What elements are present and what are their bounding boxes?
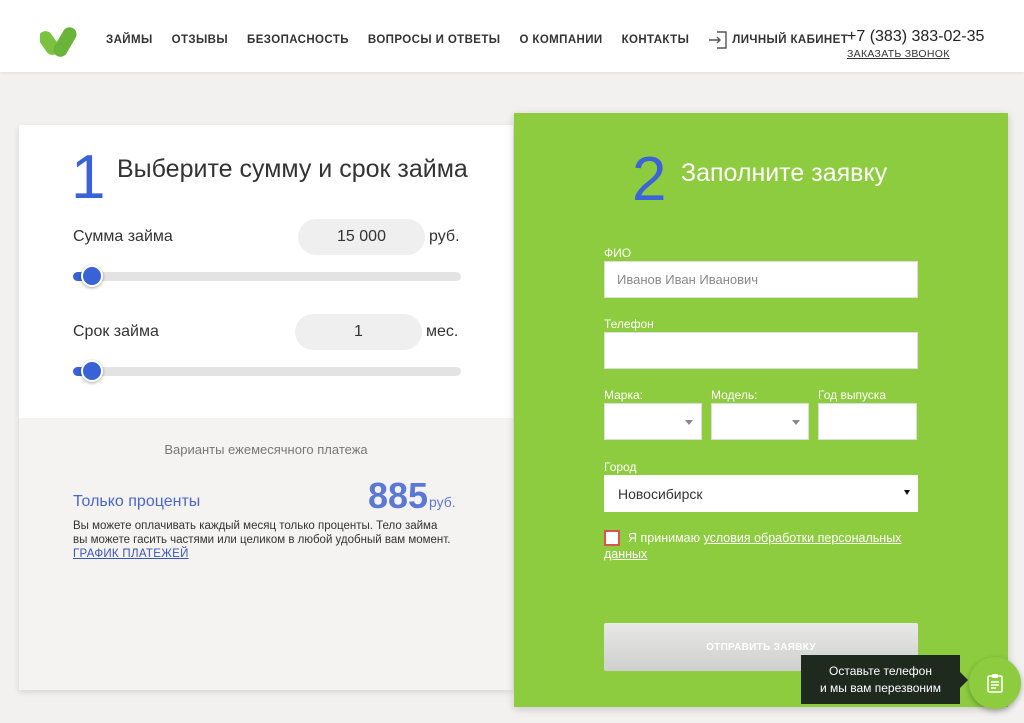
term-slider-track[interactable] xyxy=(73,360,461,382)
payment-variants: Варианты ежемесячного платежа Только про… xyxy=(19,418,513,690)
payment-unit: руб. xyxy=(429,494,456,510)
nav-item-security[interactable]: БЕЗОПАСНОСТЬ xyxy=(247,34,349,46)
header-phone[interactable]: +7 (383) 383-02-35 xyxy=(847,28,984,46)
payment-description: Вы можете оплачивать каждый месяц только… xyxy=(73,519,453,561)
site-header: ЗАЙМЫ ОТЗЫВЫ БЕЗОПАСНОСТЬ ВОПРОСЫ И ОТВЕ… xyxy=(0,0,1024,72)
dropdown-arrow-icon xyxy=(904,490,910,495)
main-nav: ЗАЙМЫ ОТЗЫВЫ БЕЗОПАСНОСТЬ ВОПРОСЫ И ОТВЕ… xyxy=(106,30,848,50)
nav-item-faq[interactable]: ВОПРОСЫ И ОТВЕТЫ xyxy=(368,34,501,46)
nav-item-loans[interactable]: ЗАЙМЫ xyxy=(106,34,153,46)
consent-prefix: Я принимаю xyxy=(628,531,701,545)
logo-v-icon[interactable] xyxy=(38,22,80,62)
fio-label: ФИО xyxy=(604,246,632,260)
callback-tooltip: Оставьте телефон и мы вам перезвоним xyxy=(801,655,968,704)
amount-slider-handle[interactable] xyxy=(81,265,103,287)
payment-description-text: Вы можете оплачивать каждый месяц только… xyxy=(73,520,451,546)
year-field[interactable] xyxy=(818,403,917,440)
brand-select[interactable] xyxy=(604,403,702,440)
nav-item-contacts[interactable]: КОНТАКТЫ xyxy=(622,34,690,46)
personal-cabinet-link[interactable]: ЛИЧНЫЙ КАБИНЕТ xyxy=(708,30,848,50)
term-input[interactable]: 1 xyxy=(295,314,422,350)
chevron-down-icon xyxy=(685,420,693,425)
consent-text: Я принимаю условия обработки персональны… xyxy=(604,530,924,562)
term-unit: мес. xyxy=(426,323,459,340)
cabinet-label: ЛИЧНЫЙ КАБИНЕТ xyxy=(732,34,849,46)
form-title: Заполните заявку xyxy=(681,159,888,187)
payment-schedule-link[interactable]: ГРАФИК ПЛАТЕЖЕЙ xyxy=(73,548,189,560)
brand-label: Марка: xyxy=(604,388,643,402)
order-callback-link[interactable]: ЗАКАЗАТЬ ЗВОНОК xyxy=(847,48,950,60)
city-label: Город xyxy=(604,460,637,474)
calculator-sliders: 1 Выберите сумму и срок займа Сумма займ… xyxy=(19,125,513,418)
loan-calculator: 1 Выберите сумму и срок займа Сумма займ… xyxy=(19,125,513,690)
city-select[interactable]: Новосибирск xyxy=(604,475,918,512)
callback-fab-button[interactable] xyxy=(969,657,1021,709)
only-percent-option[interactable]: Только проценты xyxy=(73,493,200,511)
variants-heading: Варианты ежемесячного платежа xyxy=(164,442,368,457)
term-slider-handle[interactable] xyxy=(81,360,103,382)
nav-item-about[interactable]: О КОМПАНИИ xyxy=(519,34,602,46)
amount-label: Сумма займа xyxy=(73,228,173,245)
application-form: 2 Заполните заявку ФИО Иванов Иван Ивано… xyxy=(514,113,1008,707)
amount-input[interactable]: 15 000 xyxy=(298,219,425,255)
form-step-number: 2 xyxy=(632,145,667,214)
clipboard-icon xyxy=(987,674,1003,693)
fio-field[interactable]: Иванов Иван Иванович xyxy=(604,261,918,298)
phone-field[interactable] xyxy=(604,332,918,369)
city-value: Новосибирск xyxy=(618,485,703,502)
term-label: Срок займа xyxy=(73,323,159,340)
payment-amount: 885 xyxy=(368,475,429,516)
model-label: Модель: xyxy=(711,388,758,402)
nav-item-reviews[interactable]: ОТЗЫВЫ xyxy=(172,34,228,46)
model-select[interactable] xyxy=(711,403,809,440)
calculator-title: Выберите сумму и срок займа xyxy=(117,155,468,183)
year-label: Год выпуска xyxy=(818,388,886,402)
step-number: 1 xyxy=(71,143,106,212)
callback-tooltip-line1: Оставьте телефон xyxy=(829,664,932,678)
phone-label: Телефон xyxy=(604,317,654,331)
chevron-down-icon xyxy=(792,420,800,425)
amount-slider-track[interactable] xyxy=(73,265,461,287)
login-icon xyxy=(709,31,727,49)
amount-unit: руб. xyxy=(429,228,460,245)
callback-tooltip-line2: и мы вам перезвоним xyxy=(820,681,941,695)
consent-checkbox[interactable] xyxy=(604,530,620,546)
